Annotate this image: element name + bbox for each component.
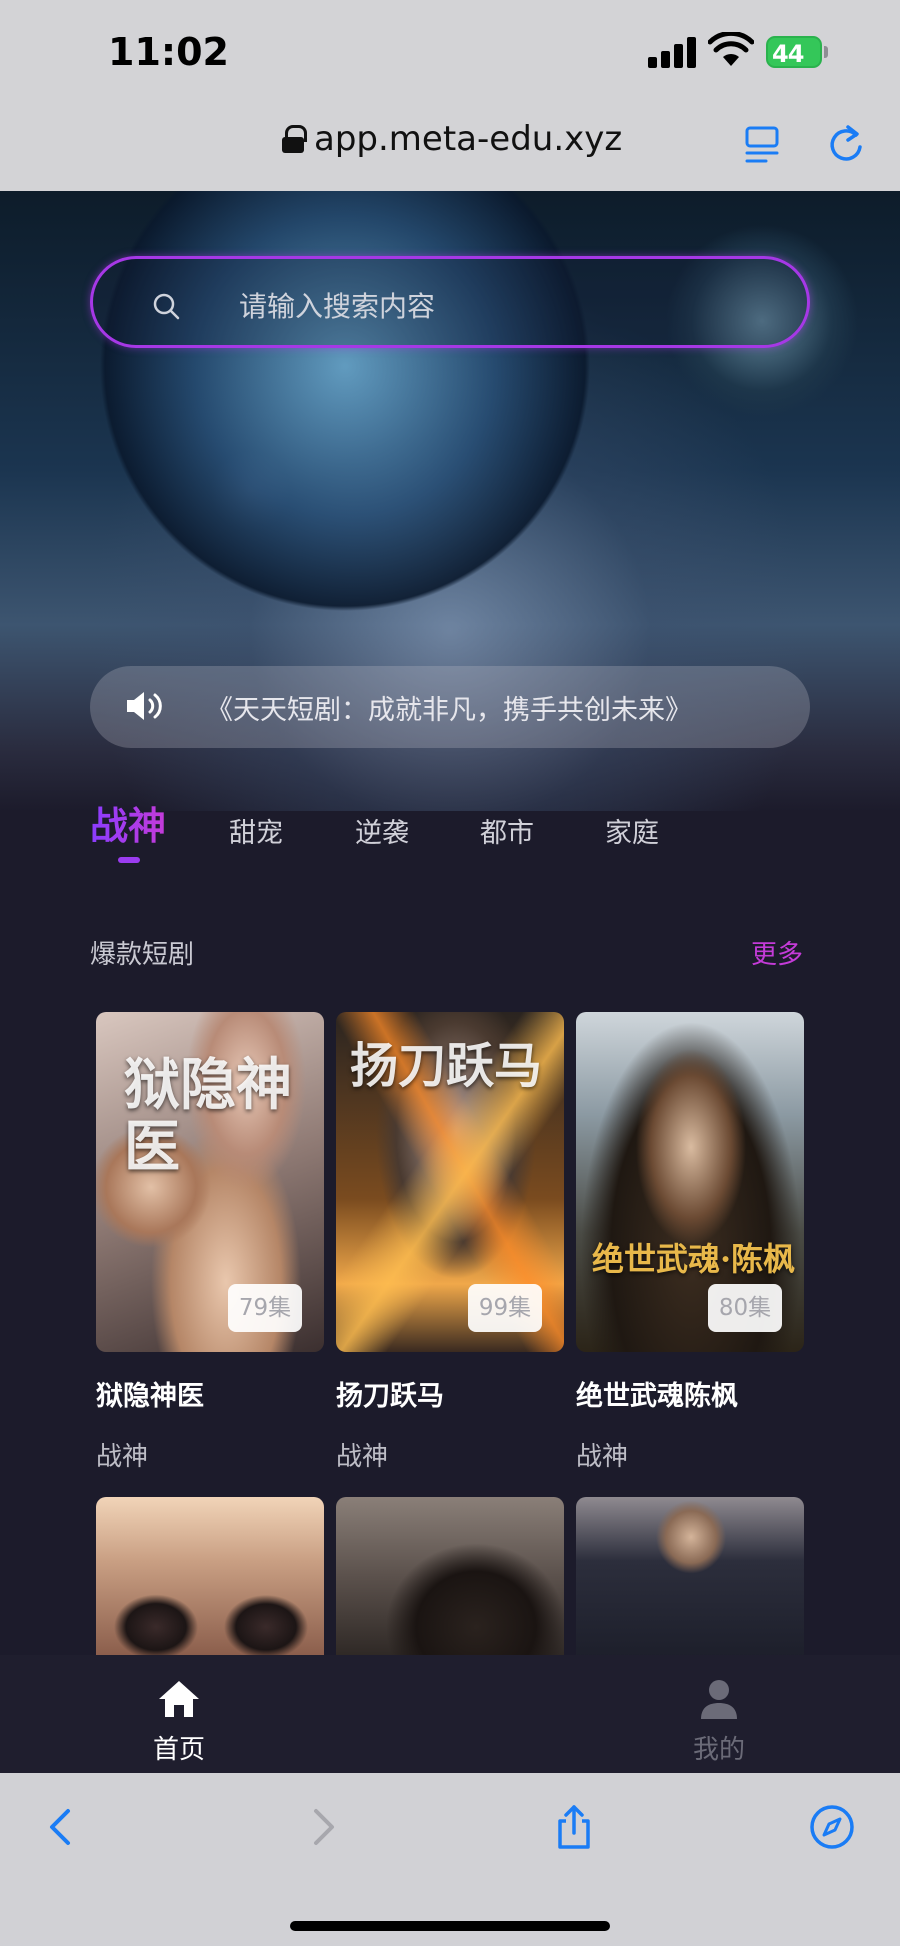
drama-card[interactable]: 绝世武魂·陈枫 80集 绝世武魂陈枫 战神 xyxy=(576,1012,804,1472)
drama-card[interactable]: 狱隐神医 79集 狱隐神医 战神 xyxy=(96,1012,324,1472)
tab-jiating[interactable]: 家庭 xyxy=(605,811,659,850)
back-icon[interactable] xyxy=(38,1803,86,1851)
lock-icon xyxy=(282,125,307,153)
nav-home[interactable]: 首页 xyxy=(119,1677,239,1766)
section-title: 爆款短剧 xyxy=(90,940,195,970)
compass-icon[interactable] xyxy=(808,1803,856,1851)
drama-title[interactable]: 绝世武魂陈枫 xyxy=(576,1374,738,1413)
category-tabs: 战神 甜宠 逆袭 都市 家庭 xyxy=(0,795,900,875)
drama-genre-tag: 战神 xyxy=(336,1442,389,1472)
cellular-signal-icon xyxy=(648,36,696,68)
wifi-icon xyxy=(708,32,754,66)
browser-url-bar[interactable]: app.meta-edu.xyz xyxy=(0,105,900,191)
drama-title[interactable]: 狱隐神医 xyxy=(96,1374,204,1413)
safari-toolbar xyxy=(0,1773,900,1946)
drama-poster[interactable] xyxy=(96,1497,324,1657)
drama-card[interactable] xyxy=(96,1497,324,1657)
drama-title[interactable]: 扬刀跃马 xyxy=(336,1374,444,1413)
user-icon xyxy=(701,1680,737,1719)
episode-count-badge: 99集 xyxy=(468,1284,542,1332)
drama-poster[interactable] xyxy=(336,1497,564,1657)
episode-count-badge: 79集 xyxy=(228,1284,302,1332)
tab-nixi[interactable]: 逆袭 xyxy=(355,811,409,850)
poster-title-art: 绝世武魂·陈枫 xyxy=(592,1240,796,1278)
status-time: 11:02 xyxy=(108,30,229,74)
nav-mine[interactable]: 我的 xyxy=(659,1677,779,1766)
search-input[interactable]: 请输入搜索内容 xyxy=(239,285,435,325)
tab-zhanshen[interactable]: 战神 xyxy=(90,795,166,850)
home-icon xyxy=(159,1681,199,1717)
nav-home-label: 首页 xyxy=(152,1735,205,1765)
drama-poster[interactable]: 狱隐神医 79集 xyxy=(96,1012,324,1352)
share-icon[interactable] xyxy=(550,1803,598,1851)
bottom-nav: 首页 我的 xyxy=(0,1655,900,1773)
drama-card[interactable] xyxy=(576,1497,804,1657)
drama-poster[interactable]: 绝世武魂·陈枫 80集 xyxy=(576,1012,804,1352)
episode-count-badge: 80集 xyxy=(708,1284,782,1332)
status-bar: 11:02 44 xyxy=(0,0,900,105)
forward-icon[interactable] xyxy=(298,1803,346,1851)
battery-percent: 44 xyxy=(772,40,804,68)
tab-dushi[interactable]: 都市 xyxy=(480,811,534,850)
search-icon xyxy=(153,293,180,320)
speaker-icon xyxy=(127,692,162,720)
active-tab-indicator xyxy=(118,857,140,863)
announcement-bar: 《天天短剧：成就非凡，携手共创未来》 xyxy=(90,666,810,748)
url-field[interactable]: app.meta-edu.xyz xyxy=(282,119,622,159)
reader-mode-icon[interactable] xyxy=(744,125,780,165)
tab-tianchong[interactable]: 甜宠 xyxy=(229,811,283,850)
drama-card[interactable]: 扬刀跃马 99集 扬刀跃马 战神 xyxy=(336,1012,564,1472)
drama-genre-tag: 战神 xyxy=(96,1442,149,1472)
home-indicator xyxy=(290,1921,610,1931)
poster-title-art: 扬刀跃马 xyxy=(350,1038,543,1094)
drama-card[interactable] xyxy=(336,1497,564,1657)
more-link[interactable]: 更多 xyxy=(751,934,803,971)
drama-genre-tag: 战神 xyxy=(576,1442,629,1472)
drama-poster[interactable] xyxy=(576,1497,804,1657)
url-text: app.meta-edu.xyz xyxy=(314,119,623,159)
battery-icon: 44 xyxy=(766,36,828,68)
nav-mine-label: 我的 xyxy=(692,1735,745,1765)
drama-poster[interactable]: 扬刀跃马 99集 xyxy=(336,1012,564,1352)
reload-icon[interactable] xyxy=(826,121,866,165)
search-bar[interactable]: 请输入搜索内容 xyxy=(90,256,810,348)
announcement-text: 《天天短剧：成就非凡，携手共创未来》 xyxy=(206,695,692,726)
poster-title-art: 狱隐神医 xyxy=(124,1052,292,1180)
